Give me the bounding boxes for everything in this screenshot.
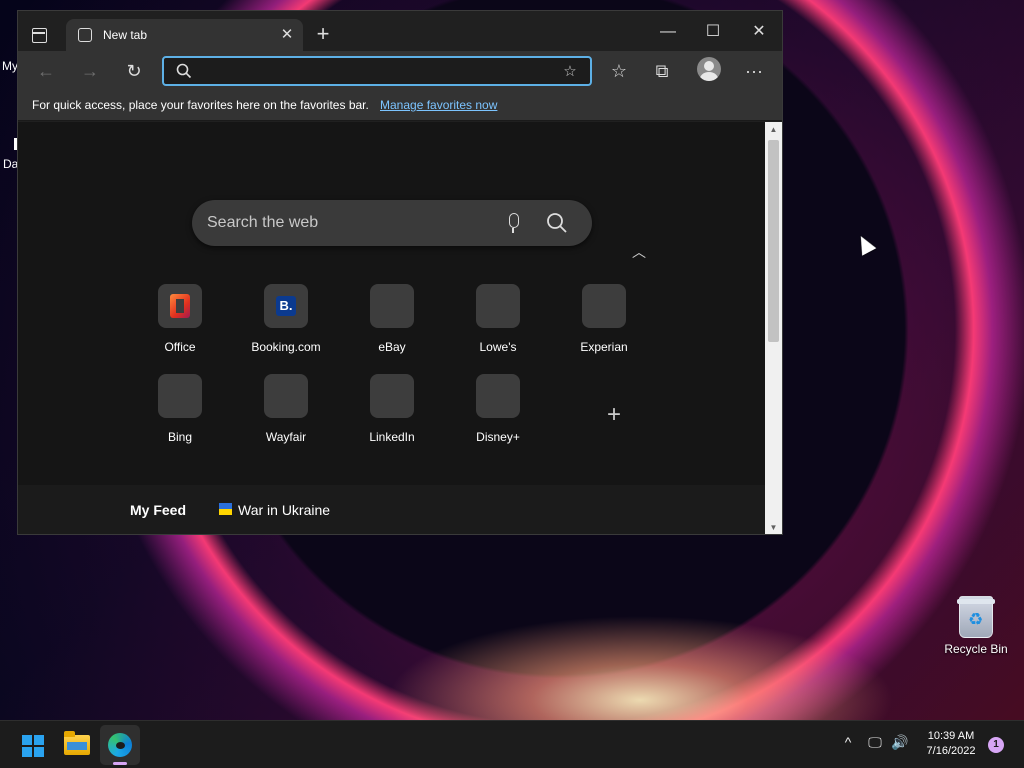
favorites-bar: For quick access, place your favorites h… [18, 91, 782, 121]
tab-new-tab[interactable]: New tab ✕ [66, 19, 303, 51]
tab-bar: New tab ✕ + — ☐ ✕ [18, 11, 782, 51]
refresh-icon[interactable]: ↻ [120, 58, 148, 84]
wayfair-icon [264, 374, 308, 418]
taskbar: ^ 🖵 🔊 10:39 AM 7/16/2022 1 [0, 720, 1024, 768]
edge-icon [108, 733, 132, 757]
web-search-box[interactable] [192, 200, 592, 246]
collections-icon[interactable]: ⧉ [648, 58, 676, 84]
bing-icon [158, 374, 202, 418]
chevron-up-icon[interactable]: ^ [838, 734, 858, 750]
browser-window: New tab ✕ + — ☐ ✕ ← → ↻ ☆ ☆ ⧉ ··· For qu… [17, 10, 783, 535]
start-button[interactable] [12, 725, 52, 765]
quick-link-label: eBay [378, 340, 406, 354]
minimize-button[interactable]: — [648, 19, 688, 45]
forward-arrow-icon[interactable]: → [76, 58, 104, 84]
active-app-indicator [113, 762, 127, 765]
folder-icon [64, 731, 90, 755]
clock[interactable]: 10:39 AM 7/16/2022 [916, 729, 986, 759]
ukraine-flag-icon [219, 503, 232, 515]
quick-link-office[interactable]: Office [145, 284, 215, 354]
manage-favorites-link[interactable]: Manage favorites now [380, 98, 497, 112]
search-icon [176, 63, 192, 79]
favorites-bar-message: For quick access, place your favorites h… [32, 98, 369, 112]
quick-link-label: Bing [167, 430, 193, 444]
close-window-button[interactable]: ✕ [739, 19, 779, 45]
ebay-icon [370, 284, 414, 328]
quick-link-lowes[interactable]: Lowe's [463, 284, 533, 354]
quick-link-booking[interactable]: B. Booking.com [251, 284, 321, 354]
quick-link-label: Lowe's [479, 340, 517, 354]
maximize-button[interactable]: ☐ [693, 19, 733, 45]
date: 7/16/2022 [926, 745, 976, 757]
office-icon [158, 284, 202, 328]
tab-actions-icon[interactable] [28, 23, 50, 45]
quick-link-label: Experian [580, 340, 628, 354]
quick-link-experian[interactable]: Experian [569, 284, 639, 354]
mouse-cursor-icon [853, 232, 877, 256]
desktop-icon-partial-label[interactable]: My [2, 59, 18, 73]
quick-link-wayfair[interactable]: Wayfair [251, 374, 321, 444]
new-tab-favicon-icon [78, 28, 92, 42]
microphone-icon[interactable] [505, 212, 521, 234]
quick-link-label: Disney+ [476, 430, 520, 444]
search-icon[interactable] [546, 212, 568, 234]
quick-link-disney[interactable]: Disney+ [463, 374, 533, 444]
back-arrow-icon[interactable]: ← [32, 58, 60, 84]
lowes-icon [476, 284, 520, 328]
file-explorer-button[interactable] [56, 725, 96, 765]
quick-link-label: Office [164, 340, 196, 354]
edge-taskbar-button[interactable] [100, 725, 140, 765]
add-favorite-star-icon[interactable]: ☆ [560, 62, 580, 82]
time: 10:39 AM [927, 730, 975, 742]
experian-icon [582, 284, 626, 328]
web-search-input[interactable] [207, 213, 487, 233]
quick-link-ebay[interactable]: eBay [357, 284, 427, 354]
war-in-ukraine-tab[interactable]: War in Ukraine [238, 502, 330, 518]
volume-icon[interactable]: 🔊 [890, 734, 910, 751]
my-feed-tab[interactable]: My Feed [130, 502, 186, 518]
quick-link-bing[interactable]: Bing [145, 374, 215, 444]
quick-link-linkedin[interactable]: LinkedIn [357, 374, 427, 444]
profile-avatar[interactable] [697, 57, 721, 81]
quick-link-label: Wayfair [265, 430, 307, 444]
recycle-bin[interactable]: ♻ Recycle Bin [940, 596, 1012, 656]
address-bar[interactable]: ☆ [162, 56, 592, 86]
recycle-bin-label: Recycle Bin [944, 642, 1008, 656]
tab-title: New tab [103, 28, 148, 42]
scroll-down-icon[interactable]: ▼ [765, 520, 782, 534]
booking-icon: B. [264, 284, 308, 328]
windows-logo-icon [22, 735, 44, 757]
add-quick-link-plus-icon[interactable]: + [602, 403, 626, 427]
network-icon[interactable]: 🖵 [865, 734, 885, 751]
close-tab-icon[interactable]: ✕ [277, 25, 297, 45]
scroll-up-icon[interactable]: ▲ [765, 122, 782, 138]
new-tab-plus-icon[interactable]: + [311, 23, 335, 47]
recycle-bin-icon: ♻ [957, 596, 995, 638]
favorites-icon[interactable]: ☆ [605, 58, 633, 84]
linkedin-icon [370, 374, 414, 418]
new-tab-page: ︿ Office B. Booking.com eBay Lowe's Expe… [18, 122, 765, 534]
browser-toolbar: ← → ↻ ☆ ☆ ⧉ ··· [18, 51, 782, 91]
disney-icon [476, 374, 520, 418]
chevron-up-icon[interactable]: ︿ [630, 242, 648, 260]
scrollbar-thumb[interactable] [768, 140, 779, 342]
quick-link-label: Booking.com [251, 340, 321, 354]
more-options-icon[interactable]: ··· [740, 58, 768, 84]
quick-link-label: LinkedIn [369, 430, 415, 444]
address-input[interactable] [200, 61, 540, 81]
feed-bar: My Feed War in Ukraine [18, 485, 765, 534]
notification-badge[interactable]: 1 [988, 737, 1004, 753]
page-scrollbar[interactable]: ▲ ▼ [765, 122, 782, 534]
